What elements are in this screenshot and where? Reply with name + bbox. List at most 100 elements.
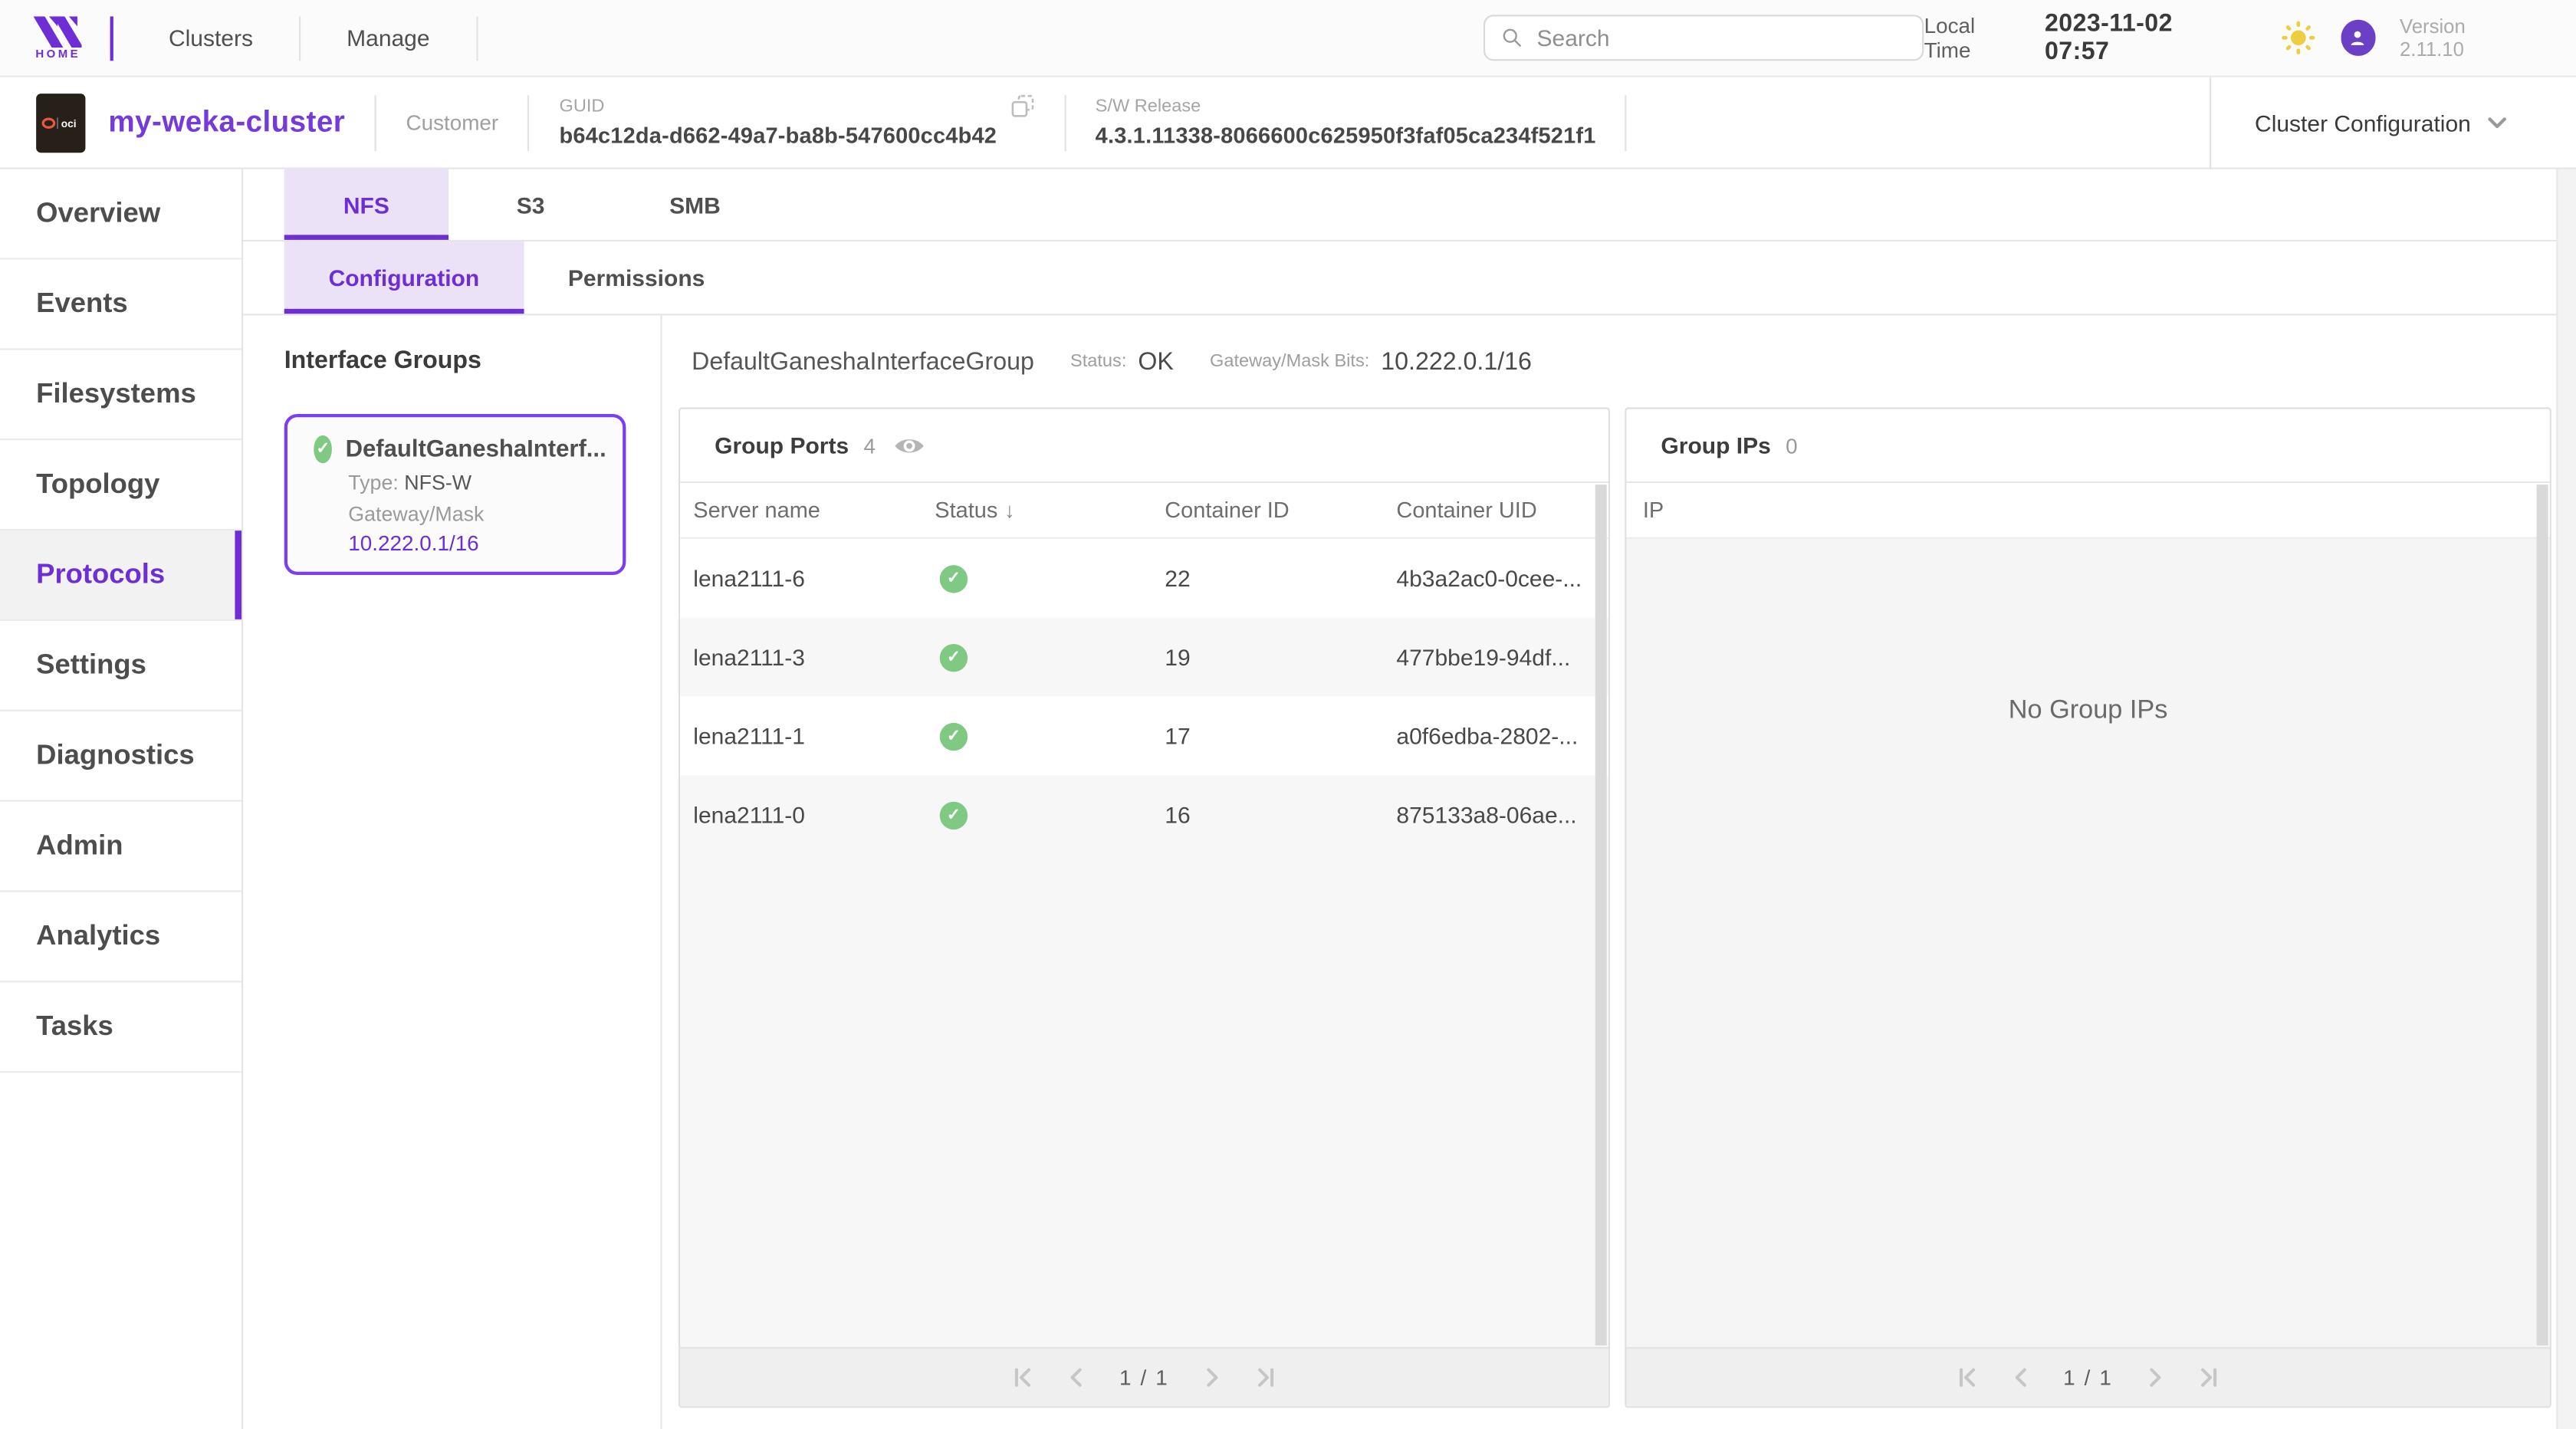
sidebar-item-settings[interactable]: Settings	[0, 621, 242, 711]
divider	[1064, 94, 1066, 150]
sort-desc-icon: ↓	[1004, 498, 1015, 522]
table-row[interactable]: lena2111-0 16 875133a8-06ae...	[680, 775, 1608, 854]
container-id-cell: 19	[1165, 644, 1396, 670]
top-nav: Clusters Manage	[123, 15, 478, 60]
column-ip[interactable]: IP	[1643, 498, 1664, 522]
sidebar-item-events[interactable]: Events	[0, 260, 242, 350]
cluster-name: my-weka-cluster	[108, 105, 345, 140]
table-row[interactable]: lena2111-1 17 a0f6edba-2802-...	[680, 697, 1608, 776]
tab-smb[interactable]: SMB	[613, 169, 777, 240]
subtab-permissions[interactable]: Permissions	[524, 241, 749, 314]
group-ips-title: Group IPs	[1661, 432, 1770, 458]
sidebar-item-overview[interactable]: Overview	[0, 169, 242, 260]
detail-header: DefaultGaneshaInterfaceGroup Status: OK …	[678, 315, 2556, 407]
group-ports-panel: Group Ports 4	[678, 407, 1610, 1408]
theme-toggle-sun-icon[interactable]	[2279, 20, 2315, 56]
eye-icon[interactable]	[894, 435, 925, 456]
group-ports-count: 4	[863, 433, 876, 458]
person-icon	[2348, 28, 2367, 48]
divider	[110, 15, 113, 60]
group-ips-count: 0	[1786, 433, 1798, 458]
tab-s3[interactable]: S3	[449, 169, 613, 240]
last-page-button[interactable]	[2196, 1365, 2221, 1390]
sidebar-item-admin[interactable]: Admin	[0, 802, 242, 892]
search-input[interactable]	[1533, 23, 1906, 53]
version-label: Version 2.11.10	[2400, 15, 2530, 61]
cluster-header-bar: oci my-weka-cluster Customer GUID b64c12…	[0, 77, 2576, 169]
no-group-ips-text: No Group IPs	[2009, 697, 2168, 727]
group-ips-pagination: 1 / 1	[1626, 1347, 2549, 1406]
sidebar-item-analytics[interactable]: Analytics	[0, 892, 242, 983]
container-uid-cell: 875133a8-06ae...	[1396, 802, 1608, 828]
type-value: NFS-W	[404, 471, 472, 494]
customer-label: Customer	[406, 110, 498, 135]
interface-groups-title: Interface Groups	[284, 347, 661, 374]
gateway-mask-value: 10.222.0.1/16	[348, 531, 606, 555]
status-ok-icon	[314, 435, 332, 463]
first-page-button[interactable]	[1011, 1365, 1036, 1390]
sidebar-item-tasks[interactable]: Tasks	[0, 982, 242, 1073]
weka-app: HOME Clusters Manage Local Time 2023-11-…	[0, 0, 2576, 1429]
interface-group-card[interactable]: DefaultGaneshaInterf... Type: NFS-W Gate…	[284, 414, 626, 575]
sidebar-item-topology[interactable]: Topology	[0, 440, 242, 531]
next-page-button[interactable]	[1199, 1365, 1224, 1390]
column-status[interactable]: Status↓	[935, 498, 1165, 522]
group-ports-pagination: 1 / 1	[680, 1347, 1608, 1406]
vertical-scrollbar[interactable]	[2537, 485, 2548, 1345]
page-indicator: 1 / 1	[1119, 1365, 1169, 1390]
last-page-button[interactable]	[1253, 1365, 1277, 1390]
container-id-cell: 16	[1165, 802, 1396, 828]
nav-item-manage[interactable]: Manage	[301, 15, 478, 60]
nav-item-clusters[interactable]: Clusters	[123, 15, 301, 60]
detail-group-name: DefaultGaneshaInterfaceGroup	[692, 347, 1034, 375]
sidebar-item-protocols[interactable]: Protocols	[0, 531, 242, 621]
main-area: NFS S3 SMB Configuration Permissions Int…	[243, 169, 2556, 1429]
column-container-uid[interactable]: Container UID	[1396, 498, 1608, 522]
weka-logo-icon	[34, 15, 83, 47]
status-ok-icon	[940, 564, 968, 592]
home-logo[interactable]: HOME	[23, 15, 94, 60]
cluster-configuration-menu[interactable]: Cluster Configuration	[2210, 77, 2576, 169]
container-id-cell: 17	[1165, 723, 1396, 749]
column-server-name[interactable]: Server name	[693, 498, 935, 522]
divider	[1625, 94, 1627, 150]
search-icon	[1501, 26, 1523, 49]
protocol-tabs: NFS S3 SMB	[243, 169, 2556, 241]
previous-page-button[interactable]	[1065, 1365, 1089, 1390]
server-name-cell: lena2111-1	[693, 723, 935, 749]
page-indicator: 1 / 1	[2063, 1365, 2113, 1390]
status-ok-icon	[940, 801, 968, 829]
page-scrollbar[interactable]	[2556, 169, 2576, 1429]
nfs-subtabs: Configuration Permissions	[243, 241, 2556, 315]
first-page-button[interactable]	[1955, 1365, 1980, 1390]
subtab-configuration[interactable]: Configuration	[284, 241, 524, 314]
user-avatar[interactable]	[2341, 20, 2375, 56]
detail-panels: Group Ports 4	[678, 407, 2551, 1408]
next-page-button[interactable]	[2143, 1365, 2167, 1390]
sidebar: Overview Events Filesystems Topology Pro…	[0, 169, 243, 1429]
tab-nfs[interactable]: NFS	[284, 169, 449, 240]
search-box[interactable]	[1483, 15, 1924, 61]
previous-page-button[interactable]	[2009, 1365, 2033, 1390]
gateway-mask-bits-value: 10.222.0.1/16	[1381, 347, 1532, 375]
status-label: Status:	[1070, 352, 1126, 372]
type-label: Type:	[348, 471, 399, 494]
group-ports-table-header: Server name Status↓ Container ID Contain…	[680, 483, 1608, 539]
sidebar-item-filesystems[interactable]: Filesystems	[0, 350, 242, 440]
topbar-right: Local Time 2023-11-02 07:57	[1924, 10, 2530, 66]
container-uid-cell: a0f6edba-2802-...	[1396, 723, 1608, 749]
table-row[interactable]: lena2111-3 19 477bbe19-94df...	[680, 618, 1608, 697]
copy-guid-button[interactable]	[1010, 94, 1034, 118]
status-ok-icon	[940, 722, 968, 750]
column-container-id[interactable]: Container ID	[1165, 498, 1396, 522]
vertical-scrollbar[interactable]	[1595, 485, 1607, 1345]
table-empty-space	[680, 854, 1608, 1347]
table-row[interactable]: lena2111-6 22 4b3a2ac0-0cee-...	[680, 539, 1608, 618]
status-ok-icon	[940, 643, 968, 671]
container-uid-cell: 477bbe19-94df...	[1396, 644, 1608, 670]
sidebar-item-diagnostics[interactable]: Diagnostics	[0, 711, 242, 802]
container-uid-cell: 4b3a2ac0-0cee-...	[1396, 565, 1608, 591]
status-value: OK	[1138, 347, 1173, 375]
copy-icon	[1010, 94, 1034, 118]
top-bar: HOME Clusters Manage Local Time 2023-11-…	[0, 0, 2576, 77]
